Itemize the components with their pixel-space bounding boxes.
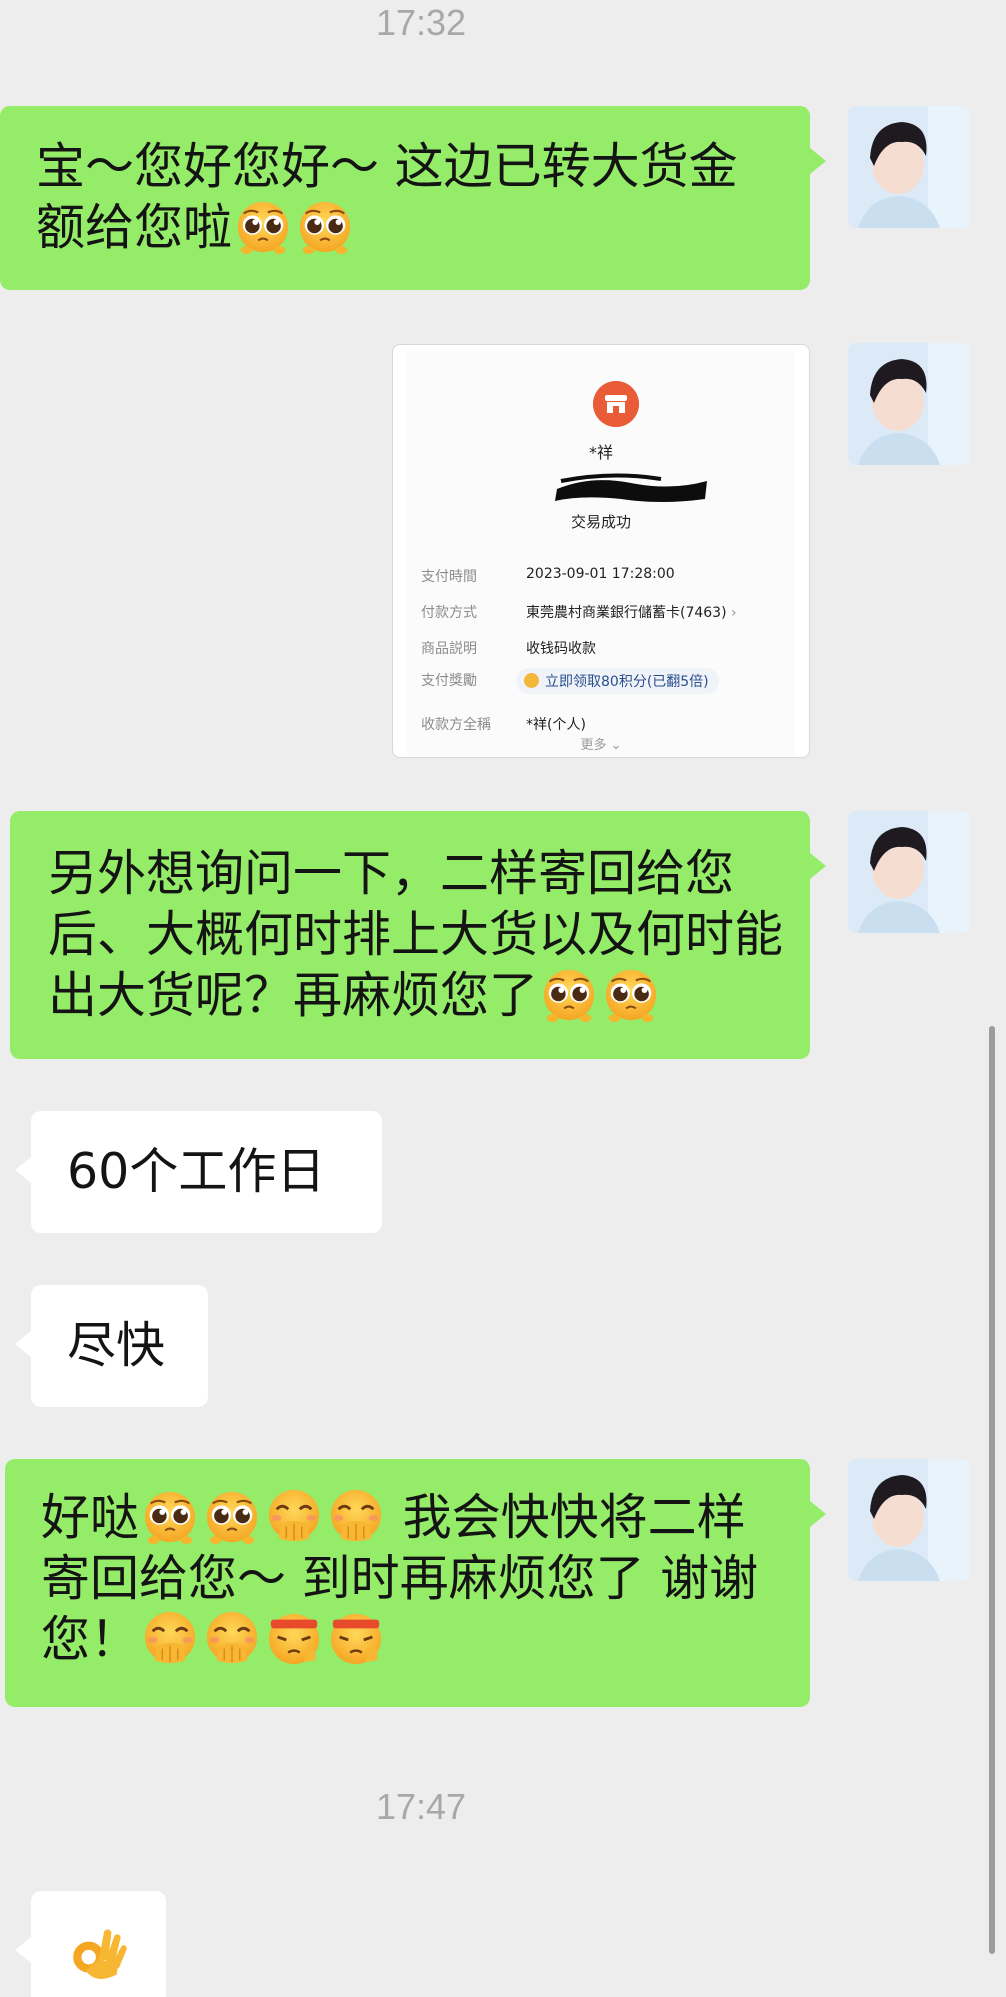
coin-icon xyxy=(524,673,539,688)
chevron-down-icon: ⌄ xyxy=(610,738,622,753)
received-message-bubble[interactable] xyxy=(15,1891,166,1997)
row-label: 收款方全稱 xyxy=(421,717,491,733)
row-value: 收钱码收款 xyxy=(526,641,596,657)
transaction-status: 交易成功 xyxy=(570,513,631,531)
row-label: 支付時間 xyxy=(421,569,477,585)
row-value: *祥(个人) xyxy=(526,717,586,733)
saluting-face-icon xyxy=(327,1610,385,1666)
pleading-face-icon xyxy=(234,198,292,254)
pleading-face-icon xyxy=(540,966,598,1022)
chevron-right-icon: › xyxy=(731,605,737,621)
avatar[interactable] xyxy=(848,1459,970,1581)
message-text: 好哒 xyxy=(41,1489,140,1546)
avatar-photo-icon xyxy=(848,811,970,933)
message-text: 另外想询问一下，二样寄回给您后、大概何时排上大货以及何时能出大货呢？再麻烦您了 xyxy=(48,845,784,1024)
pleading-face-icon xyxy=(141,1488,199,1544)
reward-pill: 立即领取80积分(已翻5倍) xyxy=(516,668,719,694)
redaction-scribble xyxy=(555,473,707,502)
received-message-bubble[interactable]: 尽快 xyxy=(15,1285,208,1407)
row-label: 付款方式 xyxy=(421,605,477,621)
avatar-photo-icon xyxy=(848,1459,970,1581)
avatar[interactable] xyxy=(848,106,970,228)
avatar-photo-icon xyxy=(848,106,970,228)
timestamp: 17:47 xyxy=(375,1786,467,1827)
pleading-face-icon xyxy=(296,198,354,254)
store-icon xyxy=(593,381,639,427)
ok-hand-icon xyxy=(67,1923,129,1985)
avatar-photo-icon xyxy=(848,343,970,465)
pleading-face-icon xyxy=(602,966,660,1022)
receipt-panel: *祥 交易成功 支付時間 2023-09-01 17:28:00 付款方式 東莞… xyxy=(407,351,795,757)
message-text: 尽快 xyxy=(67,1317,166,1374)
face-with-hand-over-mouth-icon xyxy=(141,1610,199,1666)
row-value: 2023-09-01 17:28:00 xyxy=(526,566,675,582)
payee-name: *祥 xyxy=(588,443,613,462)
face-with-hand-over-mouth-icon xyxy=(203,1610,261,1666)
more-link: 更多 ⌄ xyxy=(580,738,622,753)
face-with-hand-over-mouth-icon xyxy=(265,1488,323,1544)
payment-receipt-image[interactable]: *祥 交易成功 支付時間 2023-09-01 17:28:00 付款方式 東莞… xyxy=(392,344,810,758)
sent-message-bubble[interactable]: 另外想询问一下，二样寄回给您后、大概何时排上大货以及何时能出大货呢？再麻烦您了 xyxy=(10,811,826,1059)
row-value: 東莞農村商業銀行儲蓄卡(7463) › xyxy=(526,605,737,621)
row-label: 商品説明 xyxy=(421,641,477,657)
message-text: 宝～您好您好～ 这边已转大货金额给您啦 xyxy=(36,138,738,256)
scrollbar[interactable] xyxy=(989,1026,995,1954)
saluting-face-icon xyxy=(265,1610,323,1666)
avatar[interactable] xyxy=(848,343,970,465)
pleading-face-icon xyxy=(203,1488,261,1544)
message-text: 60个工作日 xyxy=(67,1143,326,1200)
row-label: 支付獎勵 xyxy=(421,673,477,689)
avatar[interactable] xyxy=(848,811,970,933)
sent-message-bubble[interactable]: 好哒 我会快快将二样寄回给您～ 到时再麻烦您了 谢谢您！ xyxy=(5,1459,826,1707)
face-with-hand-over-mouth-icon xyxy=(327,1488,385,1544)
received-message-bubble[interactable]: 60个工作日 xyxy=(15,1111,382,1233)
timestamp: 17:32 xyxy=(375,2,467,43)
sent-message-bubble[interactable]: 宝～您好您好～ 这边已转大货金额给您啦 xyxy=(0,106,826,290)
